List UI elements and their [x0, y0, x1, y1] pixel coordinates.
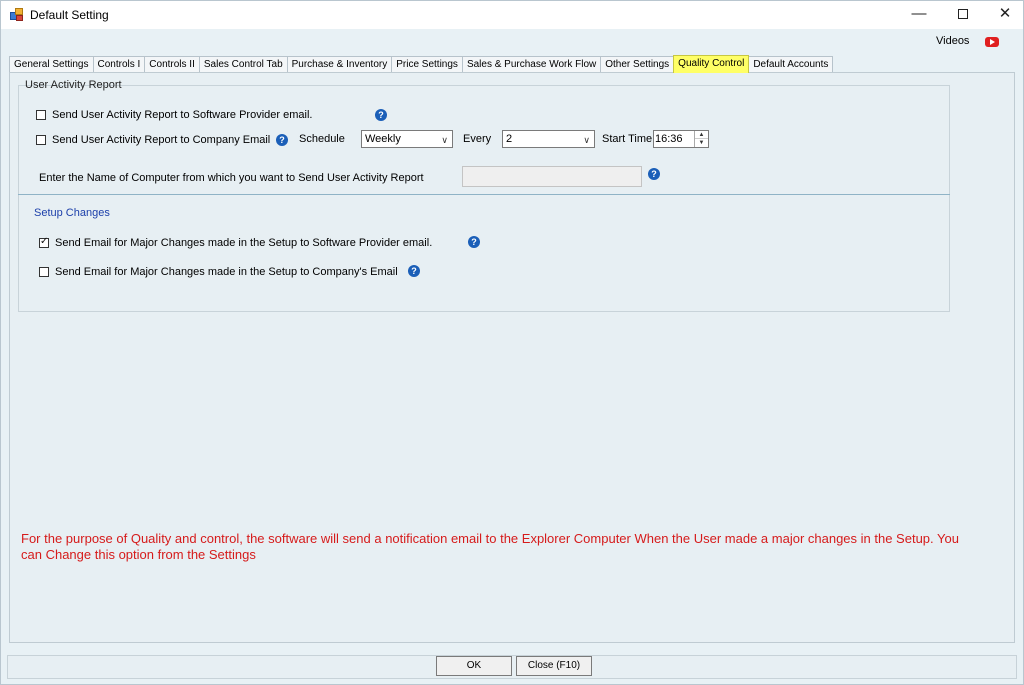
help-icon[interactable]: ? [648, 168, 660, 180]
spin-up-icon[interactable]: ▲ [695, 131, 708, 139]
tab-purchase-inventory[interactable]: Purchase & Inventory [286, 56, 393, 73]
chevron-down-icon: ∨ [441, 135, 448, 145]
tab-default-accounts[interactable]: Default Accounts [748, 56, 834, 73]
quality-control-notice: For the purpose of Quality and control, … [21, 531, 959, 562]
schedule-value: Weekly [365, 133, 401, 145]
help-icon[interactable]: ? [276, 134, 288, 146]
maximize-button[interactable] [941, 1, 985, 29]
ok-button[interactable]: OK [436, 656, 512, 676]
every-value: 2 [506, 133, 513, 145]
send-report-company-label: Send User Activity Report to Company Ema… [52, 134, 271, 146]
minimize-icon: — [911, 5, 927, 22]
help-icon[interactable]: ? [408, 265, 420, 277]
tab-sales-control[interactable]: Sales Control Tab [198, 56, 288, 73]
tab-price-settings[interactable]: Price Settings [391, 56, 463, 73]
app-icon [10, 8, 24, 21]
minimize-button[interactable]: — [897, 1, 941, 29]
start-time-value: 16:36 [655, 133, 683, 145]
every-select[interactable]: 2 ∨ [502, 130, 595, 148]
youtube-icon[interactable] [985, 37, 999, 47]
settings-tabs: General Settings Controls I Controls II … [9, 55, 834, 73]
section-divider [18, 194, 950, 195]
tab-controls-ii[interactable]: Controls II [144, 56, 200, 73]
spin-down-icon[interactable]: ▼ [695, 139, 708, 147]
schedule-label: Schedule [299, 133, 345, 145]
email-company-checkbox[interactable] [39, 267, 49, 277]
start-time-spinner[interactable]: ▲ ▼ [694, 131, 708, 147]
videos-label[interactable]: Videos [936, 35, 969, 47]
tab-general-settings[interactable]: General Settings [9, 56, 94, 73]
send-report-provider-label: Send User Activity Report to Software Pr… [52, 109, 313, 121]
tab-quality-control[interactable]: Quality Control [673, 55, 750, 73]
tab-other-settings[interactable]: Other Settings [600, 56, 675, 73]
email-company-label: Send Email for Major Changes made in the… [55, 266, 398, 278]
tab-sales-purchase-work-flow[interactable]: Sales & Purchase Work Flow [461, 56, 602, 73]
email-provider-row[interactable]: Send Email for Major Changes made in the… [39, 236, 433, 249]
start-time-label: Start Time [602, 133, 653, 145]
send-report-provider-checkbox[interactable] [36, 110, 46, 120]
window-title: Default Setting [30, 8, 109, 22]
close-window-button[interactable]: ✕ [983, 1, 1024, 29]
button-bar [7, 655, 1017, 679]
send-report-provider-row[interactable]: Send User Activity Report to Software Pr… [36, 109, 312, 121]
send-report-company-row[interactable]: Send User Activity Report to Company Ema… [36, 134, 270, 146]
user-activity-group-title: User Activity Report [25, 79, 122, 91]
close-icon: ✕ [998, 5, 1012, 22]
send-report-company-checkbox[interactable] [36, 135, 46, 145]
maximize-icon [958, 9, 968, 19]
start-time-picker[interactable]: 16:36 ▲ ▼ [653, 130, 709, 148]
computer-name-input[interactable] [462, 166, 642, 187]
chevron-down-icon: ∨ [583, 135, 590, 145]
email-provider-label: Send Email for Major Changes made in the… [55, 237, 433, 249]
setup-changes-title: Setup Changes [34, 207, 110, 219]
computer-name-label: Enter the Name of Computer from which yo… [39, 172, 424, 184]
help-icon[interactable]: ? [468, 236, 480, 248]
every-label: Every [463, 133, 492, 145]
default-setting-window: Default Setting — ✕ Videos General Setti… [0, 0, 1024, 685]
tab-controls-i[interactable]: Controls I [92, 56, 146, 73]
close-button[interactable]: Close (F10) [516, 656, 592, 676]
email-provider-checkbox[interactable] [39, 236, 49, 248]
email-company-row[interactable]: Send Email for Major Changes made in the… [39, 266, 398, 278]
schedule-select[interactable]: Weekly ∨ [361, 130, 453, 148]
help-icon[interactable]: ? [375, 109, 387, 121]
title-bar: Default Setting — ✕ [1, 1, 1023, 29]
